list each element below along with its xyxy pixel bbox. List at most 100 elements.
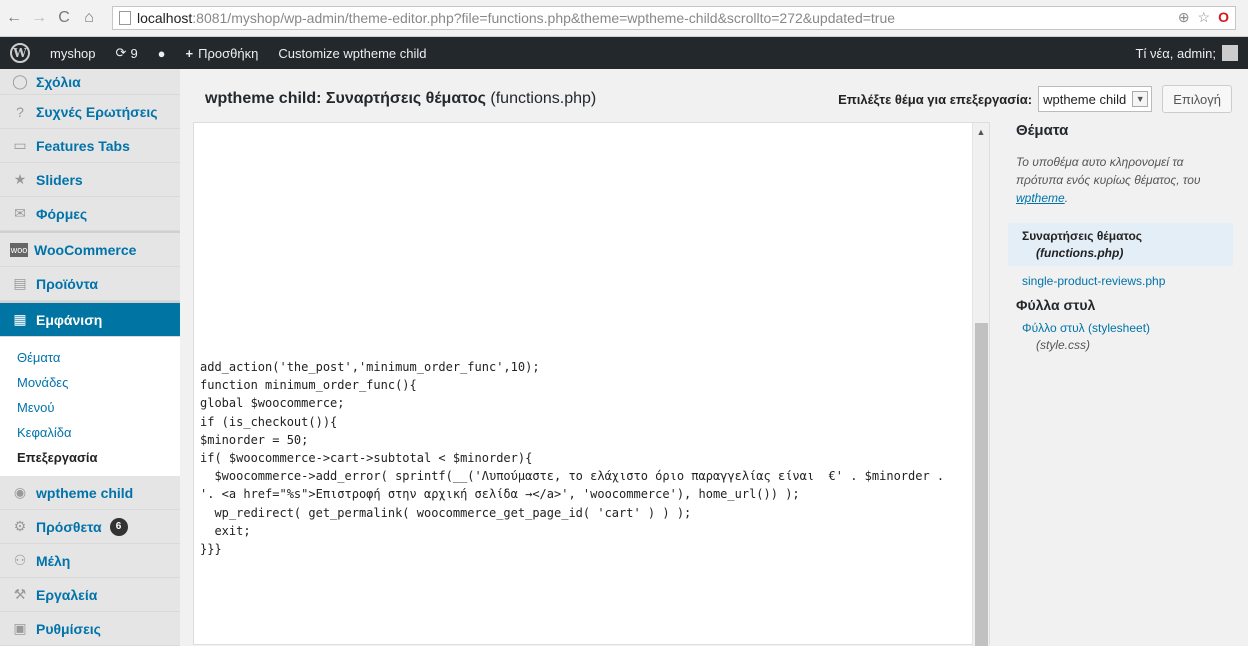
question-icon: ?: [10, 103, 30, 121]
wp-logo-menu[interactable]: W: [0, 37, 40, 69]
templates-panel: Θέματα Το υποθέμα αυτο κληρονομεί τα πρό…: [1008, 122, 1233, 356]
comments-link[interactable]: ●: [148, 37, 176, 69]
child-theme-notice: Το υποθέμα αυτο κληρονομεί τα πρότυπα εν…: [1016, 153, 1233, 207]
url-host: localhost: [137, 10, 192, 26]
menu-appearance[interactable]: ▦ Εμφάνιση: [0, 303, 180, 337]
notice-text: Το υποθέμα αυτο κληρονομεί τα πρότυπα εν…: [1016, 155, 1201, 187]
menu-features-tabs[interactable]: ▭ Features Tabs: [0, 129, 180, 163]
chevron-down-icon: ▼: [1132, 91, 1148, 107]
greeting: Τί νέα, admin;: [1136, 46, 1217, 61]
menu-comments[interactable]: ◯Σχόλια: [0, 69, 180, 95]
theme-select-label: Επιλέξτε θέμα για επεξεργασία:: [838, 92, 1032, 107]
menu-label: Συχνές Ερωτήσεις: [36, 104, 158, 120]
settings-icon: ▣: [10, 620, 30, 638]
site-name: myshop: [50, 46, 96, 61]
comment-bubble-icon: ●: [158, 46, 166, 61]
submenu-themes[interactable]: Θέματα: [0, 345, 180, 370]
parent-theme-link[interactable]: wptheme: [1016, 191, 1065, 205]
menu-label: Μέλη: [36, 553, 70, 569]
theme-select[interactable]: wptheme child ▼: [1038, 86, 1152, 112]
code-editor[interactable]: add_action('the_post','minimum_order_fun…: [193, 122, 990, 645]
plug-icon: ⚙: [10, 518, 30, 536]
tabs-icon: ▭: [10, 137, 30, 155]
menu-sliders[interactable]: ★ Sliders: [0, 163, 180, 197]
code-content[interactable]: add_action('the_post','minimum_order_fun…: [200, 358, 944, 558]
menu-faq[interactable]: ? Συχνές Ερωτήσεις: [0, 95, 180, 129]
scrollbar-thumb[interactable]: [975, 323, 988, 646]
theme-select-value: wptheme child: [1043, 92, 1126, 107]
page-icon: [119, 11, 131, 25]
page-title-file: (functions.php): [490, 90, 596, 107]
menu-tools[interactable]: ⚒ Εργαλεία: [0, 578, 180, 612]
code-line: exit;: [200, 522, 944, 540]
tools-icon: ⚒: [10, 586, 30, 604]
wordpress-logo-icon: W: [10, 43, 30, 63]
code-line: if( $woocommerce->cart->subtotal < $mino…: [200, 449, 944, 467]
page-title-theme: wptheme child: Συναρτήσεις θέματος: [205, 90, 486, 107]
envelope-icon: ✉: [10, 205, 30, 223]
admin-sidebar: ◯Σχόλια ? Συχνές Ερωτήσεις ▭ Features Tabs…: [0, 69, 180, 645]
url-path: :8081/myshop/wp-admin/theme-editor.php?f…: [192, 10, 895, 26]
template-functions[interactable]: Συναρτήσεις θέματος(functions.php): [1008, 223, 1233, 266]
updates-count: 9: [130, 46, 137, 61]
add-new-label: Προσθήκη: [198, 46, 258, 61]
code-line: $woocommerce->add_error( sprintf(__('Λυπ…: [200, 467, 944, 485]
appearance-icon: ▦: [10, 311, 30, 329]
menu-label: Εργαλεία: [36, 587, 97, 603]
theme-options-icon: ◉: [10, 484, 30, 502]
menu-wptheme-child[interactable]: ◉wptheme child: [0, 476, 180, 510]
notice-suffix: .: [1065, 191, 1068, 205]
customize-label: Customize wptheme child: [278, 46, 426, 61]
back-icon[interactable]: ←: [3, 7, 25, 29]
code-line: add_action('the_post','minimum_order_fun…: [200, 358, 944, 376]
customize-link[interactable]: Customize wptheme child: [268, 37, 436, 69]
select-theme-button[interactable]: Επιλογή: [1162, 85, 1232, 113]
updates-link[interactable]: ⟳9: [106, 37, 148, 69]
stylesheets-heading: Φύλλα στυλ: [1016, 297, 1233, 313]
reload-icon[interactable]: C: [53, 7, 75, 29]
menu-label: Sliders: [36, 172, 83, 188]
star-icon: ★: [10, 171, 30, 189]
code-line: global $woocommerce;: [200, 394, 944, 412]
menu-label: Εμφάνιση: [36, 312, 102, 328]
site-name-link[interactable]: myshop: [40, 37, 106, 69]
menu-forms[interactable]: ✉Φόρμες: [0, 197, 180, 231]
menu-products[interactable]: ▤Προϊόντα: [0, 267, 180, 301]
woocommerce-icon: woo: [10, 243, 28, 257]
submenu-header[interactable]: Κεφαλίδα: [0, 420, 180, 445]
code-line: $minorder = 50;: [200, 431, 944, 449]
template-single-product-reviews[interactable]: single-product-reviews.php: [1008, 270, 1233, 292]
avatar: [1222, 45, 1238, 61]
menu-label: WooCommerce: [34, 242, 136, 258]
template-list: Συναρτήσεις θέματος(functions.php) singl…: [1008, 223, 1233, 356]
home-icon[interactable]: ⌂: [78, 7, 100, 29]
template-stylesheet[interactable]: Φύλλο στυλ (stylesheet)(style.css): [1008, 317, 1233, 356]
menu-settings[interactable]: ▣Ρυθμίσεις: [0, 612, 180, 646]
template-label: single-product-reviews.php: [1022, 274, 1165, 288]
submenu-widgets[interactable]: Μονάδες: [0, 370, 180, 395]
menu-plugins[interactable]: ⚙Πρόσθετα6: [0, 510, 180, 544]
forward-icon[interactable]: →: [28, 7, 50, 29]
code-line: }}}: [200, 540, 944, 558]
code-line: if (is_checkout()){: [200, 413, 944, 431]
account-menu[interactable]: Τί νέα, admin;: [1126, 37, 1248, 69]
bookmark-star-icon[interactable]: ☆: [1198, 9, 1211, 26]
scroll-up-icon[interactable]: ▲: [973, 123, 989, 140]
template-filename: (style.css): [1022, 338, 1233, 352]
plugins-badge: 6: [110, 518, 128, 536]
menu-label: Features Tabs: [36, 138, 130, 154]
zoom-icon[interactable]: ⊕: [1178, 9, 1190, 26]
address-bar[interactable]: localhost:8081/myshop/wp-admin/theme-edi…: [112, 6, 1236, 30]
add-new-menu[interactable]: +Προσθήκη: [176, 37, 269, 69]
code-line: wp_redirect( get_permalink( woocommerce_…: [200, 504, 944, 522]
submenu-editor[interactable]: Επεξεργασία: [0, 445, 180, 470]
submenu-menus[interactable]: Μενού: [0, 395, 180, 420]
wp-admin-bar: W myshop ⟳9 ● +Προσθήκη Customize wpthem…: [0, 37, 1248, 69]
menu-users[interactable]: ⚇Μέλη: [0, 544, 180, 578]
page-title: wptheme child: Συναρτήσεις θέματος (func…: [205, 90, 596, 108]
opera-icon[interactable]: O: [1218, 9, 1229, 26]
comment-icon: ◯: [10, 73, 30, 91]
menu-woocommerce[interactable]: woo WooCommerce: [0, 233, 180, 267]
editor-scrollbar[interactable]: ▲: [972, 123, 989, 646]
template-filename: (functions.php): [1022, 246, 1233, 260]
